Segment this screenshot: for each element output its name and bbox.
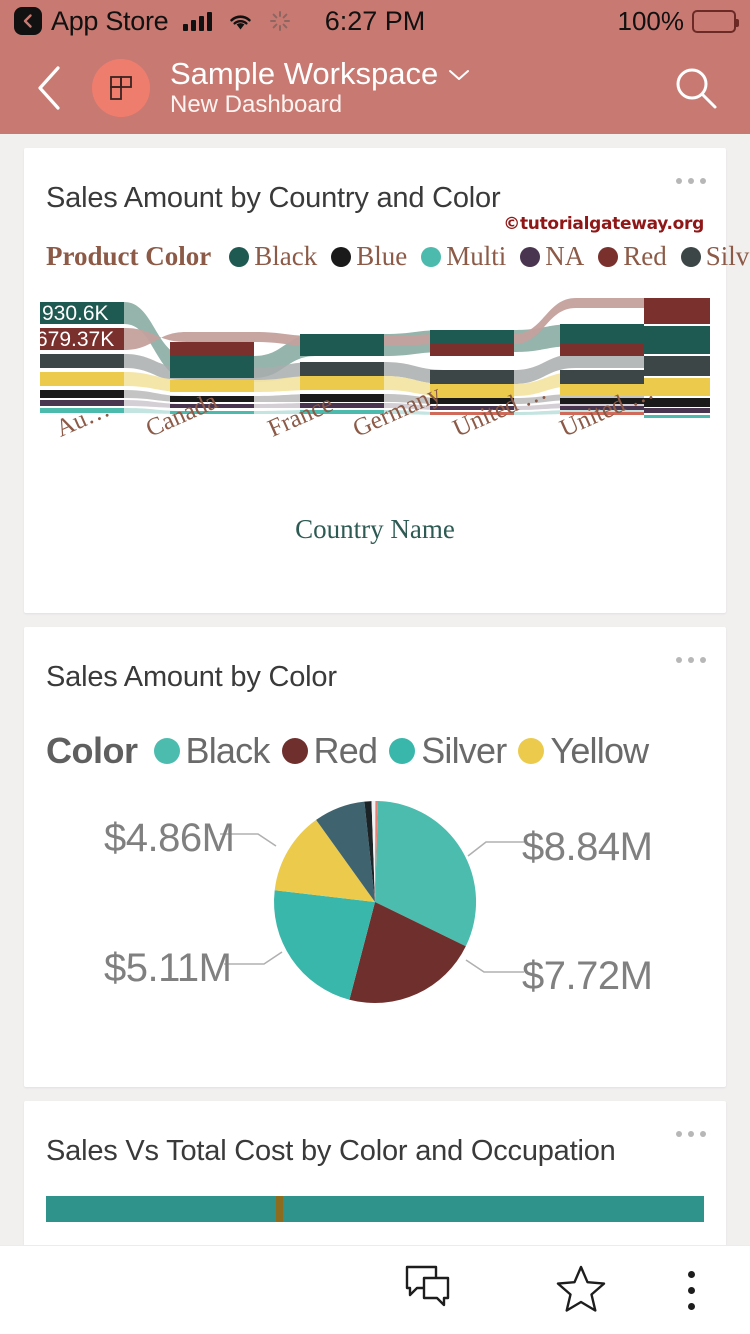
legend-item-label: Silver xyxy=(706,241,750,272)
search-icon[interactable] xyxy=(666,58,726,118)
watermark: ©tutorialgateway.org xyxy=(503,214,704,234)
favorite-button[interactable] xyxy=(506,1246,656,1334)
legend-item-blue[interactable]: Blue xyxy=(331,241,407,272)
legend-item-label: Blue xyxy=(356,241,407,272)
tile-menu-button[interactable] xyxy=(676,1131,706,1137)
legend-swatch-icon xyxy=(681,247,701,267)
chevron-down-icon xyxy=(448,68,470,82)
legend-swatch-icon xyxy=(518,738,544,764)
cellular-signal-icon xyxy=(183,11,212,31)
tile-title: Sales Amount by Country and Color xyxy=(24,148,726,215)
pie-data-label-silver: $5.11M xyxy=(104,946,231,991)
legend-item-na[interactable]: NA xyxy=(520,241,584,272)
sync-spinner-icon xyxy=(269,10,291,32)
more-options-button[interactable] xyxy=(656,1246,726,1334)
battery-percent-label: 100% xyxy=(618,6,685,37)
ribbon-data-label-2: 679.37K xyxy=(36,328,114,351)
legend-title: Product Color xyxy=(46,241,211,272)
legend-item-label: NA xyxy=(545,241,584,272)
legend-item-multi[interactable]: Multi xyxy=(421,241,506,272)
legend-swatch-icon xyxy=(331,247,351,267)
app-header: Sample Workspace New Dashboard xyxy=(0,42,750,134)
legend-swatch-icon xyxy=(520,247,540,267)
battery-full-icon xyxy=(692,10,736,33)
legend-swatch-icon xyxy=(154,738,180,764)
back-to-app-store-icon[interactable] xyxy=(14,7,42,35)
status-bar: App Store 6:2 xyxy=(0,0,750,42)
wifi-icon xyxy=(227,11,254,32)
dashboard-name: New Dashboard xyxy=(170,92,470,119)
tile-sales-amount-by-country-and-color[interactable]: Sales Amount by Country and Color ©tutor… xyxy=(24,148,726,613)
tile-title: Sales Amount by Color xyxy=(24,627,726,694)
bottom-toolbar xyxy=(0,1245,750,1334)
tile-menu-button[interactable] xyxy=(676,178,706,184)
legend-swatch-icon xyxy=(282,738,308,764)
pie-data-label-black: $8.84M xyxy=(522,825,652,870)
tile-menu-button[interactable] xyxy=(676,657,706,663)
star-icon xyxy=(556,1264,606,1317)
legend-item-silver[interactable]: Silver xyxy=(681,241,750,272)
bar-chart-strip[interactable] xyxy=(46,1196,704,1222)
status-bar-left: App Store xyxy=(14,6,291,37)
pie-data-label-red: $7.72M xyxy=(522,954,652,999)
legend-title: Color xyxy=(46,730,138,772)
legend-item-label: Multi xyxy=(446,241,506,272)
comment-icon xyxy=(404,1264,458,1317)
legend-item-label: Yellow xyxy=(550,730,648,772)
ribbon-data-label-1: 930.6K xyxy=(42,302,109,325)
ribbon-x-axis-title: Country Name xyxy=(24,496,726,575)
legend-item-red[interactable]: Red xyxy=(598,241,667,272)
legend-item-black[interactable]: Black xyxy=(229,241,317,272)
header-back-button[interactable] xyxy=(24,62,76,114)
ribbon-x-axis: Au… Canada France Germany United … Unite… xyxy=(24,418,726,496)
more-vertical-icon xyxy=(688,1271,695,1310)
legend-swatch-icon xyxy=(229,247,249,267)
tile-sales-amount-by-color[interactable]: Sales Amount by Color Color Black Red Si… xyxy=(24,627,726,1087)
legend-item-label: Black xyxy=(186,730,270,772)
legend-swatch-icon xyxy=(598,247,618,267)
legend-item-label: Red xyxy=(314,730,378,772)
legend-swatch-icon xyxy=(421,247,441,267)
back-to-app-store-label[interactable]: App Store xyxy=(51,6,168,37)
status-bar-right: 100% xyxy=(618,6,737,37)
tile-title: Sales Vs Total Cost by Color and Occupat… xyxy=(24,1101,726,1168)
legend-swatch-icon xyxy=(389,738,415,764)
legend-item-red[interactable]: Red xyxy=(282,730,378,772)
legend-item-label: Silver xyxy=(421,730,506,772)
legend-item-silver[interactable]: Silver xyxy=(389,730,506,772)
pie-data-label-yellow: $4.86M xyxy=(104,816,234,861)
pie-chart-plot[interactable]: $8.84M $7.72M $5.11M $4.86M xyxy=(24,776,726,1046)
workspace-logo-icon[interactable] xyxy=(92,59,150,117)
bar-marker xyxy=(276,1196,283,1222)
tile-sales-vs-total-cost[interactable]: Sales Vs Total Cost by Color and Occupat… xyxy=(24,1101,726,1245)
app-screen: App Store 6:2 xyxy=(0,0,750,1334)
legend-item-black[interactable]: Black xyxy=(154,730,270,772)
workspace-selector[interactable]: Sample Workspace xyxy=(170,57,470,92)
legend-item-label: Black xyxy=(254,241,317,272)
legend-item-yellow[interactable]: Yellow xyxy=(518,730,648,772)
workspace-title: Sample Workspace xyxy=(170,57,438,92)
legend-item-label: Red xyxy=(623,241,667,272)
pie-chart-legend: Color Black Red Silver Yellow xyxy=(24,694,726,772)
header-titles: Sample Workspace New Dashboard xyxy=(170,57,470,119)
dashboard-scroll-area[interactable]: Sales Amount by Country and Color ©tutor… xyxy=(0,134,750,1245)
comment-button[interactable] xyxy=(356,1246,506,1334)
